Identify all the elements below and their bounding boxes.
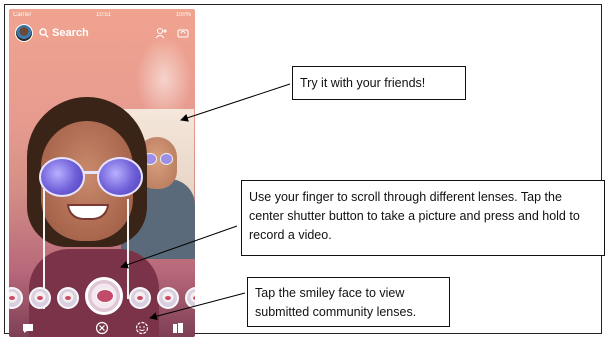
status-battery: 100% <box>175 12 191 18</box>
status-bar: Carrier 10:51 100% <box>9 9 195 21</box>
lens-carousel[interactable] <box>9 277 195 317</box>
status-carrier: Carrier <box>13 12 32 18</box>
lens-thumbnail[interactable] <box>29 287 51 309</box>
search-label[interactable]: Search <box>52 27 89 39</box>
close-lens-icon[interactable] <box>95 321 109 335</box>
callout-scroll-lenses: Use your finger to scroll through differ… <box>241 180 605 256</box>
flip-camera-icon[interactable] <box>177 27 189 39</box>
top-search-row: Search <box>15 23 189 43</box>
community-lenses-smiley-icon[interactable] <box>135 321 149 335</box>
status-time: 10:51 <box>95 12 111 18</box>
shutter-button[interactable] <box>85 277 123 315</box>
snapchat-camera-screen: Carrier 10:51 100% Search <box>9 9 195 337</box>
top-right-icons <box>155 27 189 39</box>
callout-friends: Try it with your friends! <box>292 66 466 100</box>
lens-effect-glasses <box>35 157 145 197</box>
background-person-lens-glasses <box>143 153 173 165</box>
lens-thumbnail[interactable] <box>9 287 23 309</box>
bottom-toolbar <box>9 319 195 337</box>
search-icon[interactable] <box>39 28 49 38</box>
lens-glass-right <box>97 157 143 197</box>
lens-thumbnail[interactable] <box>129 287 151 309</box>
lens-thumbnail[interactable] <box>185 287 195 309</box>
lens-glass-left <box>39 157 85 197</box>
lens-thumbnail[interactable] <box>57 287 79 309</box>
active-lens-preview <box>96 289 114 303</box>
stories-icon[interactable] <box>171 321 185 335</box>
lens-thumbnail[interactable] <box>157 287 179 309</box>
callout-community-lenses: Tap the smiley face to view submitted co… <box>247 277 450 327</box>
bitmoji-avatar[interactable] <box>15 24 33 42</box>
chat-icon[interactable] <box>21 321 35 335</box>
add-friend-icon[interactable] <box>155 27 167 39</box>
